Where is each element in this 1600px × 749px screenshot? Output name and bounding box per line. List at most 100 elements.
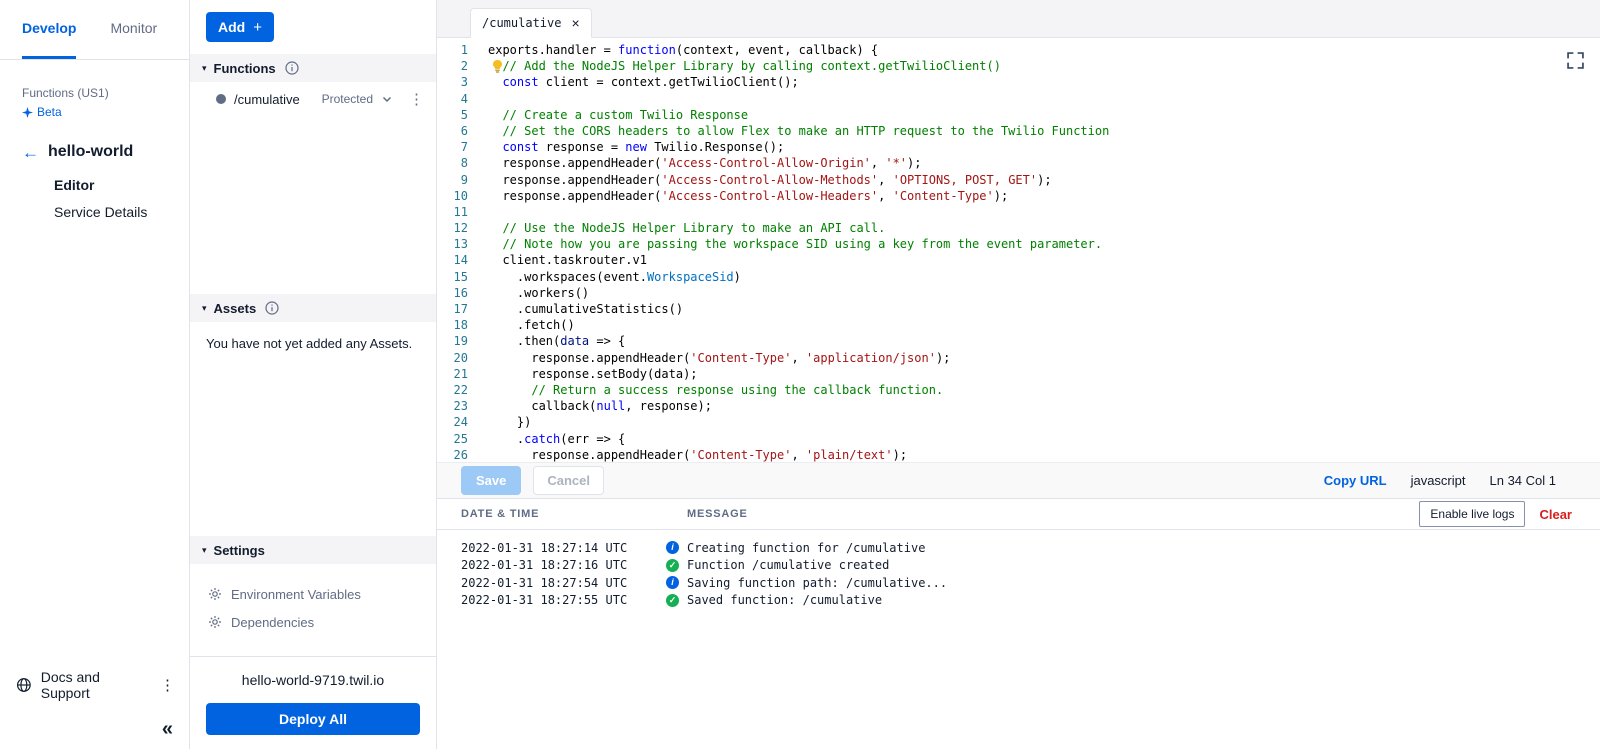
editor-tab-cumulative[interactable]: /cumulative × [470, 8, 592, 38]
line-number: 18 [437, 317, 477, 333]
collapse-sidebar-button[interactable]: « [0, 701, 189, 739]
visibility-selector[interactable]: Protected [322, 92, 373, 106]
language-indicator: javascript [1411, 473, 1466, 488]
back-arrow-icon[interactable]: ← [22, 144, 39, 161]
info-icon: i [666, 576, 679, 589]
enable-live-logs-button[interactable]: Enable live logs [1419, 501, 1525, 527]
cancel-button[interactable]: Cancel [533, 466, 604, 495]
code-line[interactable]: callback(null, response); [488, 398, 1600, 414]
code-token: ); [893, 448, 907, 462]
settings-item-environment-variables[interactable]: Environment Variables [208, 580, 436, 608]
docs-support-menu-icon[interactable]: ⋮ [160, 678, 175, 693]
code-line[interactable]: response.appendHeader('Content-Type', 'p… [488, 447, 1600, 462]
code-line[interactable]: client.taskrouter.v1 [488, 252, 1600, 268]
code-editor[interactable]: 1234567891011121314151617181920212223242… [437, 38, 1600, 462]
success-icon: ✓ [666, 594, 679, 607]
assets-section-header[interactable]: ▾ Assets [190, 294, 436, 322]
tab-develop[interactable]: Develop [22, 0, 76, 59]
sidebar-item-service-details[interactable]: Service Details [54, 204, 189, 220]
code-line[interactable]: .catch(err => { [488, 431, 1600, 447]
code-line[interactable] [488, 204, 1600, 220]
service-nav: Editor Service Details [0, 161, 189, 220]
code-line[interactable]: // Return a success response using the c… [488, 382, 1600, 398]
close-tab-icon[interactable]: × [571, 16, 579, 30]
code-line[interactable]: .workspaces(event.WorkspaceSid) [488, 269, 1600, 285]
cursor-position: Ln 34 Col 1 [1490, 473, 1557, 488]
sidebar-item-editor[interactable]: Editor [54, 177, 189, 193]
globe-icon [16, 677, 32, 693]
line-number: 15 [437, 269, 477, 285]
function-menu-icon[interactable]: ⋮ [409, 92, 424, 107]
clear-logs-button[interactable]: Clear [1539, 507, 1572, 522]
beta-badge-label: Beta [37, 105, 62, 119]
code-line[interactable]: exports.handler = function(context, even… [488, 42, 1600, 58]
code-line[interactable]: // Note how you are passing the workspac… [488, 236, 1600, 252]
code-line[interactable]: // Set the CORS headers to allow Flex to… [488, 123, 1600, 139]
line-number: 23 [437, 398, 477, 414]
code-line[interactable]: }) [488, 414, 1600, 430]
code-line[interactable]: // Create a custom Twilio Response [488, 107, 1600, 123]
info-icon[interactable] [285, 61, 299, 75]
code-token [488, 75, 502, 89]
service-header: ← hello-world [0, 119, 189, 161]
code-line[interactable] [488, 91, 1600, 107]
code-token [488, 383, 531, 397]
code-line[interactable]: const response = new Twilio.Response(); [488, 139, 1600, 155]
code-token: .workspaces(event. [488, 270, 647, 284]
code-line[interactable]: .fetch() [488, 317, 1600, 333]
code-line[interactable]: response.setBody(data); [488, 366, 1600, 382]
code-token: , response); [625, 399, 712, 413]
add-button[interactable]: Add + [206, 12, 274, 42]
service-domain: hello-world-9719.twil.io [206, 672, 420, 688]
code-line[interactable]: // Use the NodeJS Helper Library to make… [488, 220, 1600, 236]
fullscreen-icon[interactable] [1567, 52, 1584, 69]
settings-item-dependencies[interactable]: Dependencies [208, 608, 436, 636]
log-rows: 2022-01-31 18:27:14 UTCiCreating functio… [437, 530, 1600, 609]
code-token: client.taskrouter.v1 [488, 253, 647, 267]
code-token: , [791, 448, 805, 462]
functions-section-header[interactable]: ▾ Functions [190, 54, 436, 82]
code-line[interactable]: response.appendHeader('Content-Type', 'a… [488, 350, 1600, 366]
info-icon[interactable] [265, 301, 279, 315]
chevron-down-icon[interactable] [381, 93, 393, 105]
deploy-all-button[interactable]: Deploy All [206, 703, 420, 735]
settings-section-header[interactable]: ▾ Settings [190, 536, 436, 564]
code-line[interactable]: // Add the NodeJS Helper Library by call… [488, 58, 1600, 74]
docs-and-support[interactable]: Docs and Support ⋮ [0, 669, 189, 701]
line-number: 25 [437, 431, 477, 447]
code-line[interactable]: response.appendHeader('Access-Control-Al… [488, 188, 1600, 204]
line-number: 4 [437, 91, 477, 107]
code-token: 'Content-Type' [690, 351, 791, 365]
line-number: 21 [437, 366, 477, 382]
code-token: const [502, 140, 538, 154]
copy-url-link[interactable]: Copy URL [1324, 473, 1387, 488]
code-line[interactable]: response.appendHeader('Access-Control-Al… [488, 155, 1600, 171]
lightbulb-icon[interactable] [492, 60, 503, 73]
code-token: WorkspaceSid [647, 270, 734, 284]
code-token: (err => { [560, 432, 625, 446]
logs-col-datetime: DATE & TIME [461, 508, 666, 520]
functions-section-title: Functions [214, 61, 276, 76]
function-item-cumulative[interactable]: /cumulative Protected ⋮ [190, 82, 436, 116]
code-token: 'Access-Control-Allow-Origin' [661, 156, 871, 170]
save-button[interactable]: Save [461, 466, 521, 495]
code-token: // Use the NodeJS Helper Library to make… [502, 221, 885, 235]
log-timestamp: 2022-01-31 18:27:16 UTC [461, 558, 666, 572]
code-line[interactable]: .workers() [488, 285, 1600, 301]
code-token [488, 205, 495, 219]
code-line[interactable]: .then(data => { [488, 333, 1600, 349]
code-line[interactable]: .cumulativeStatistics() [488, 301, 1600, 317]
log-message: Function /cumulative created [687, 558, 889, 572]
success-icon: ✓ [666, 559, 679, 572]
code-line[interactable]: response.appendHeader('Access-Control-Al… [488, 172, 1600, 188]
line-number: 22 [437, 382, 477, 398]
code-token: const [502, 75, 538, 89]
tab-monitor[interactable]: Monitor [110, 0, 157, 59]
code-line[interactable]: const client = context.getTwilioClient()… [488, 74, 1600, 90]
line-numbers: 1234567891011121314151617181920212223242… [437, 38, 477, 462]
code-token [488, 92, 495, 106]
line-number: 5 [437, 107, 477, 123]
editor-toolbar: Save Cancel Copy URL javascript Ln 34 Co… [437, 462, 1600, 499]
line-number: 14 [437, 252, 477, 268]
gear-icon [208, 615, 222, 629]
